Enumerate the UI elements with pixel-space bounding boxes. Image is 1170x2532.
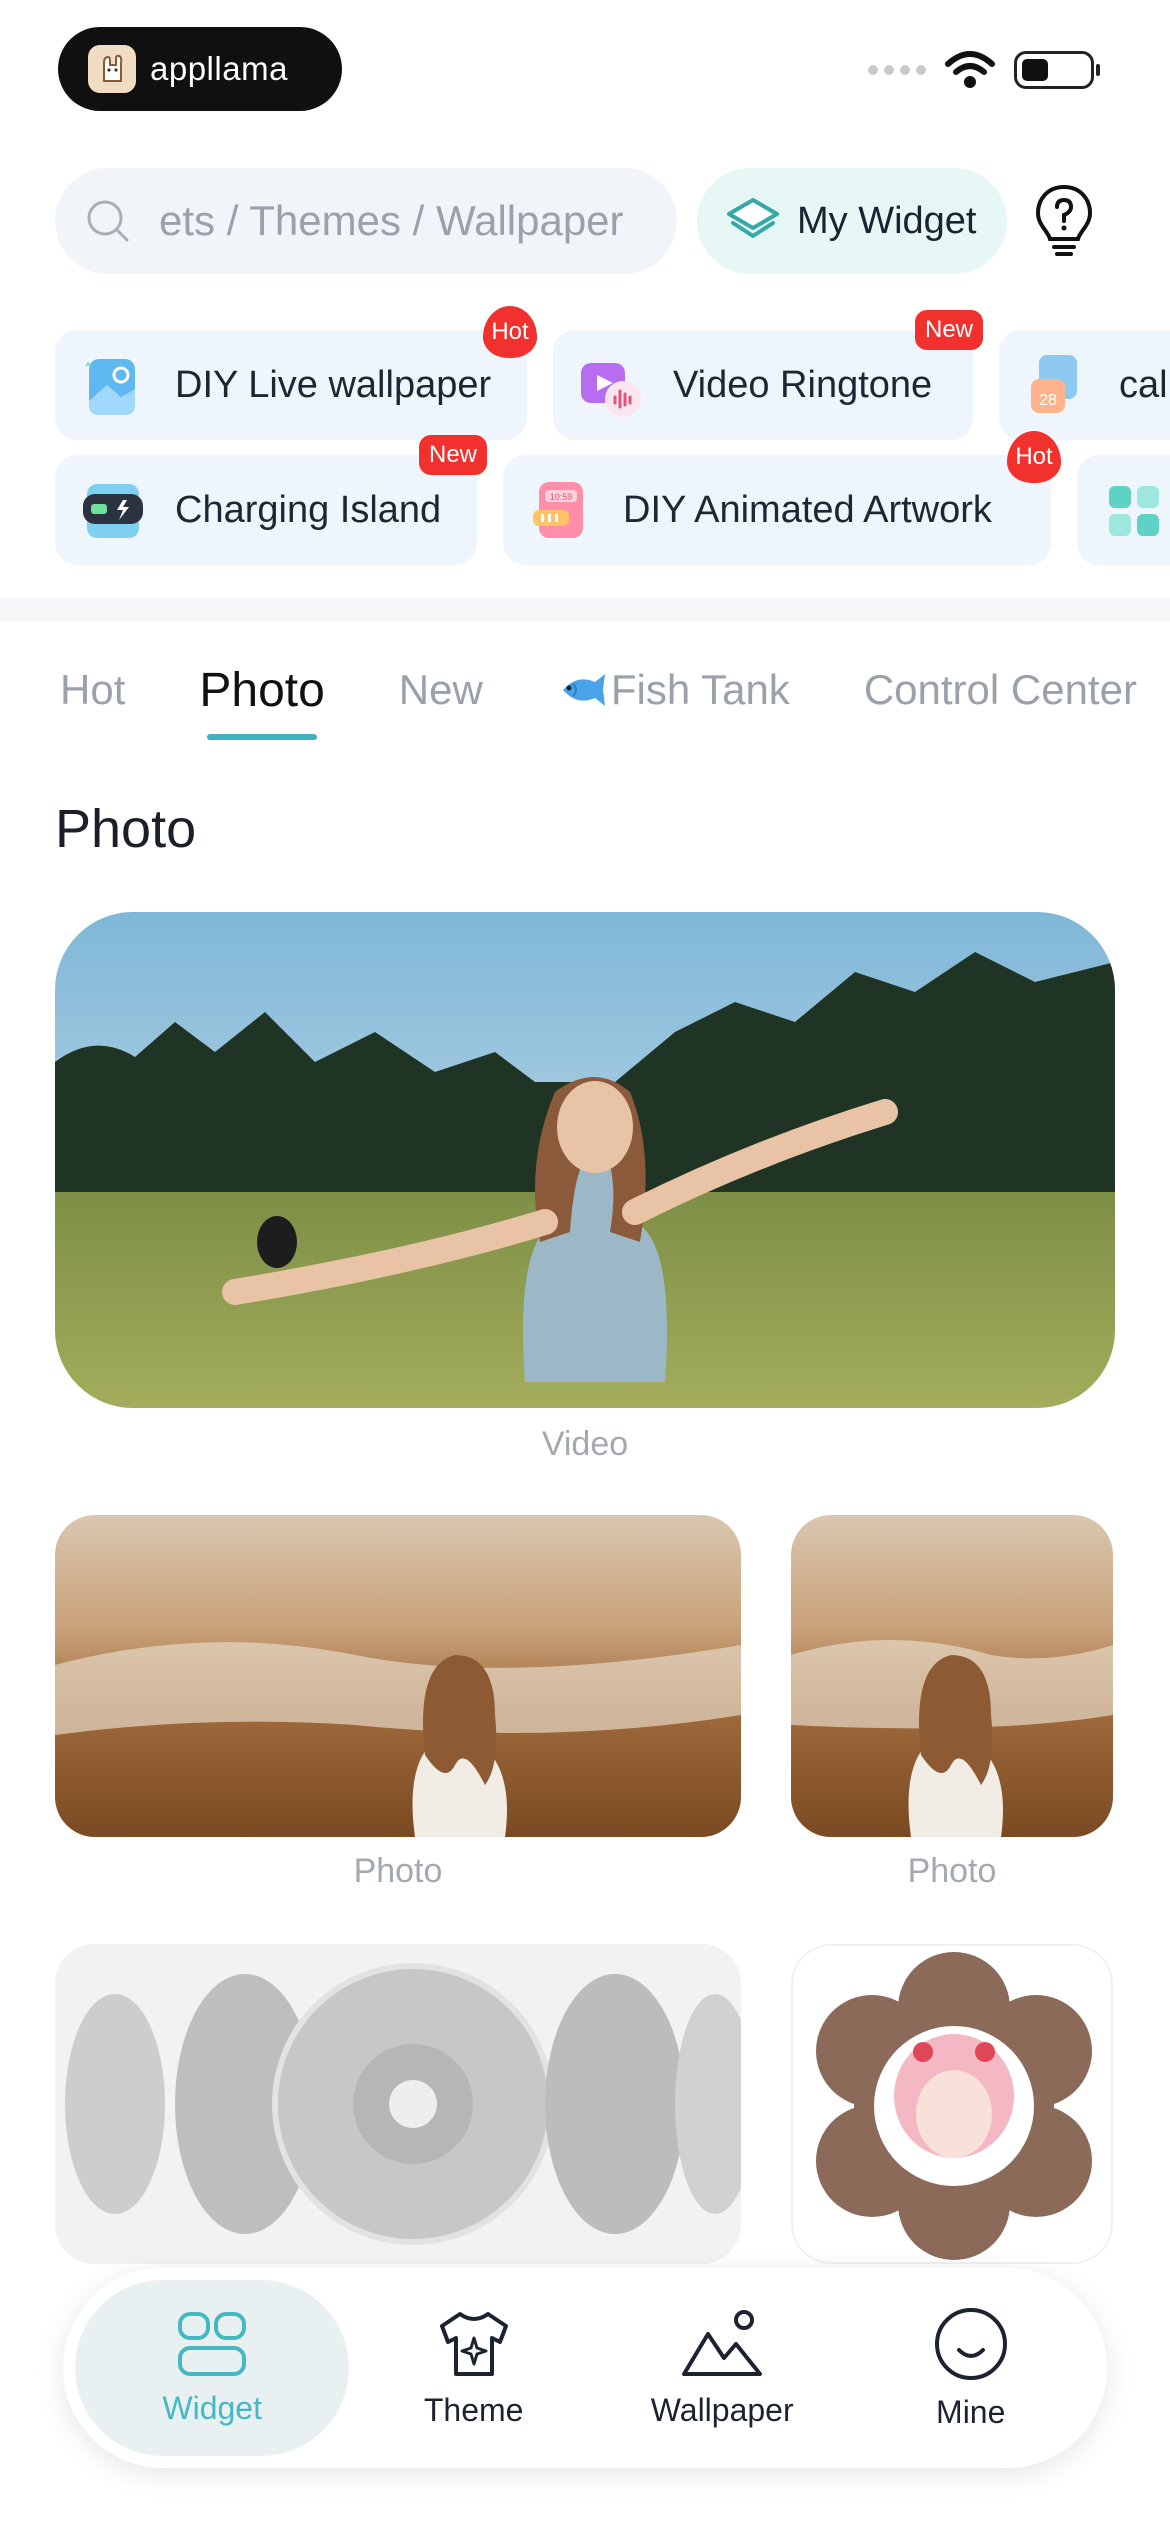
shirt-sparkle-icon bbox=[439, 2311, 508, 2376]
feature-label: Video Ringtone bbox=[673, 363, 933, 406]
feature-row-2: Charging Island New 10:59 DIY Animated A… bbox=[55, 431, 1170, 565]
svg-text:10:59: 10:59 bbox=[550, 492, 573, 502]
brand-name: appllama bbox=[150, 50, 288, 87]
search-icon bbox=[87, 200, 129, 242]
photo-thumbnail bbox=[791, 1515, 1113, 1837]
fish-icon bbox=[562, 674, 605, 706]
feature-widget-grid[interactable] bbox=[1077, 455, 1170, 565]
animated-artwork-icon: 10:59 bbox=[533, 482, 583, 538]
photo-card-wide[interactable] bbox=[55, 1515, 741, 1837]
search-input[interactable]: ets / Themes / Wallpaper bbox=[55, 168, 677, 274]
flower-portrait-card[interactable] bbox=[791, 1944, 1113, 2264]
section-title: Photo bbox=[55, 799, 197, 859]
tab-photo[interactable]: Photo bbox=[199, 663, 325, 740]
battery-icon bbox=[1014, 51, 1100, 89]
lightbulb-help-icon[interactable] bbox=[1032, 183, 1096, 259]
cd-art-card[interactable] bbox=[55, 1944, 741, 2264]
feature-video-ringtone[interactable]: Video Ringtone New bbox=[553, 310, 983, 440]
feature-diy-animated-artwork[interactable]: 10:59 DIY Animated Artwork Hot bbox=[503, 431, 1061, 565]
my-widget-button[interactable]: My Widget bbox=[697, 168, 1007, 274]
nav-label: Widget bbox=[162, 2389, 262, 2426]
nav-label: Wallpaper bbox=[650, 2391, 794, 2428]
calendar-photo-icon: 28 bbox=[1031, 355, 1077, 413]
live-wallpaper-icon bbox=[85, 359, 135, 415]
signal-dots-icon bbox=[868, 65, 926, 75]
category-tabs: Hot Photo New Fish Tank Control Center bbox=[60, 655, 1170, 740]
nav-wallpaper[interactable]: Wallpaper bbox=[598, 2280, 847, 2456]
feature-row-1: DIY Live wallpaper Hot Video Ringtone Ne… bbox=[55, 306, 1170, 440]
new-badge: New bbox=[418, 435, 487, 475]
feature-diy-live-wallpaper[interactable]: DIY Live wallpaper Hot bbox=[55, 306, 537, 440]
wifi-icon bbox=[945, 51, 995, 88]
tab-hot[interactable]: Hot bbox=[60, 666, 125, 714]
card-caption: Video bbox=[541, 1425, 629, 1463]
video-card[interactable] bbox=[55, 912, 1115, 1408]
section-divider bbox=[0, 598, 1170, 622]
hot-badge: Hot bbox=[483, 306, 537, 358]
brand-badge: appllama bbox=[58, 27, 342, 111]
search-placeholder: ets / Themes / Wallpaper bbox=[159, 197, 624, 244]
nav-widget[interactable]: Widget bbox=[75, 2280, 350, 2456]
card-caption: Photo bbox=[907, 1852, 997, 1890]
nav-label: Theme bbox=[423, 2391, 524, 2428]
feature-label: cal bbox=[1119, 363, 1168, 406]
svg-text:28: 28 bbox=[1039, 392, 1057, 409]
widget-grid-icon bbox=[1109, 486, 1159, 536]
nav-theme[interactable]: Theme bbox=[349, 2280, 598, 2456]
video-thumbnail bbox=[55, 912, 1115, 1408]
feature-label: DIY Live wallpaper bbox=[175, 363, 492, 406]
video-ringtone-icon bbox=[581, 363, 641, 417]
mountain-icon bbox=[682, 2309, 763, 2376]
tab-control-center[interactable]: Control Center bbox=[864, 666, 1137, 714]
portrait-flower-image bbox=[816, 1952, 1092, 2260]
llama-logo-icon bbox=[88, 45, 136, 93]
feature-label: DIY Animated Artwork bbox=[623, 488, 992, 531]
feature-label: Charging Island bbox=[175, 488, 442, 531]
status-icons bbox=[868, 50, 1100, 90]
widget-grid-icon bbox=[178, 2311, 247, 2376]
new-badge: New bbox=[914, 310, 983, 350]
feature-calendar[interactable]: 28 cal bbox=[999, 330, 1170, 440]
smile-face-icon bbox=[934, 2307, 1007, 2380]
my-widget-label: My Widget bbox=[797, 199, 977, 242]
layers-icon bbox=[727, 198, 779, 238]
tab-label: Fish Tank bbox=[610, 666, 790, 713]
tab-new[interactable]: New bbox=[399, 666, 483, 714]
tab-fish-tank[interactable]: Fish Tank bbox=[557, 666, 790, 714]
feature-charging-island[interactable]: Charging Island New bbox=[55, 435, 487, 565]
nav-mine[interactable]: Mine bbox=[846, 2280, 1095, 2456]
charging-island-icon bbox=[83, 484, 143, 538]
card-caption: Photo bbox=[353, 1852, 443, 1890]
cd-artwork-image bbox=[55, 1944, 741, 2264]
nav-label: Mine bbox=[936, 2393, 1006, 2430]
bottom-tab-bar: Widget Theme Wallpaper Mine bbox=[63, 2268, 1107, 2468]
photo-card-square[interactable] bbox=[791, 1515, 1113, 1837]
photo-thumbnail bbox=[55, 1515, 741, 1837]
